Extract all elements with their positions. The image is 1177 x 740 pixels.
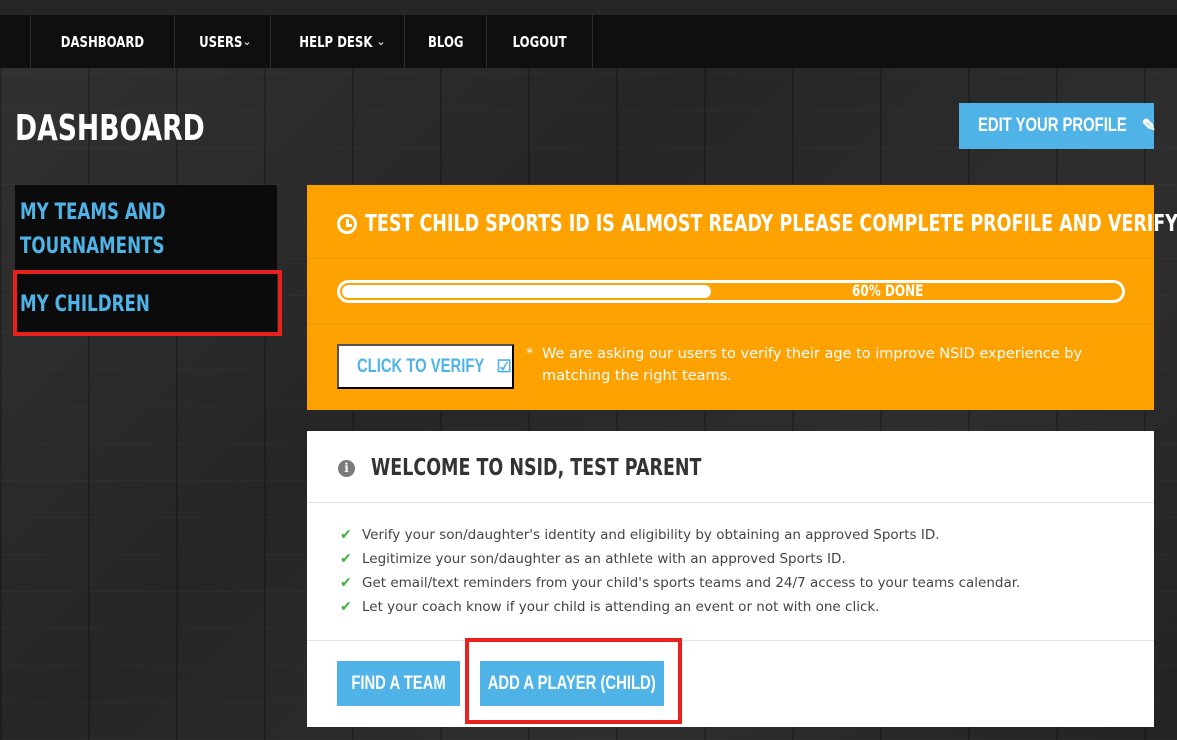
divider <box>307 323 1154 324</box>
edit-profile-button[interactable]: EDIT YOUR PROFILE ✎ <box>959 103 1156 149</box>
list-item: ✔ Verify your son/daughter's identity and… <box>340 523 1020 547</box>
divider <box>307 258 1154 259</box>
check-icon: ✔ <box>340 599 352 615</box>
nav-logout[interactable]: LOGOUT <box>486 15 594 68</box>
check-icon: ✔ <box>340 575 352 591</box>
nav-dashboard[interactable]: DASHBOARD <box>30 15 174 68</box>
progress-label: 60% DONE <box>852 281 947 300</box>
chevron-down-icon: ⌄ <box>242 35 252 48</box>
nav-users[interactable]: USERS ⌄ <box>173 15 270 68</box>
find-a-team-button[interactable]: FIND A TEAM <box>337 661 460 706</box>
nav-logout-label: LOGOUT <box>512 32 567 51</box>
sidebar-item-my-teams-and-tournaments[interactable]: MY TEAMS AND TOURNAMENTS <box>20 196 212 264</box>
verify-button-label: CLICK TO VERIFY <box>357 355 485 377</box>
nav-users-label: USERS <box>198 32 243 51</box>
find-team-label: FIND A TEAM <box>351 672 446 694</box>
info-icon: i <box>338 459 355 477</box>
divider <box>307 640 1154 641</box>
nav-blog-label: BLOG <box>427 32 464 51</box>
feature-text: Verify your son/daughter's identity and … <box>362 527 940 543</box>
page-title-text: DASHBOARD <box>15 108 205 149</box>
progress-bar-fill <box>342 285 711 298</box>
list-item: ✔ Get email/text reminders from your chil… <box>340 571 1020 595</box>
chevron-down-icon: ⌄ <box>376 35 386 48</box>
feature-text: Let your coach know if your child is att… <box>362 599 880 615</box>
edit-profile-label: EDIT YOUR PROFILE <box>977 115 1127 136</box>
check-icon: ✔ <box>340 551 352 567</box>
list-item: ✔ Let your coach know if your child is at… <box>340 595 1020 619</box>
highlight-box-my-children <box>13 270 282 336</box>
welcome-panel: i WELCOME TO NSID, TEST PARENT ✔ Verify y… <box>307 431 1154 727</box>
welcome-title: WELCOME TO NSID, TEST PARENT <box>371 455 806 481</box>
sidebar-item-label-line2: TOURNAMENTS <box>20 234 165 259</box>
progress-bar: 60% DONE <box>337 280 1125 303</box>
highlight-box-add-player <box>465 638 682 724</box>
alert-title: TEST CHILD SPORTS ID IS ALMOST READY PLE… <box>337 207 1177 241</box>
check-icon: ✔ <box>340 527 352 543</box>
profile-alert-panel: TEST CHILD SPORTS ID IS ALMOST READY PLE… <box>307 185 1177 410</box>
clock-icon <box>337 214 357 234</box>
note-asterisk: * <box>526 346 534 362</box>
click-to-verify-button[interactable]: CLICK TO VERIFY ☑ <box>337 344 514 389</box>
top-strip <box>0 0 1177 15</box>
welcome-title-text: WELCOME TO NSID, TEST PARENT <box>371 455 702 481</box>
feature-text: Legitimize your son/daughter as an athle… <box>362 551 846 567</box>
main-navbar: DASHBOARD USERS ⌄ HELP DESK ⌄ BLOG LOGOU… <box>0 15 1177 68</box>
verify-note: * We are asking our users to verify thei… <box>526 343 1126 387</box>
note-text: We are asking our users to verify their … <box>542 346 1083 384</box>
check-square-icon: ☑ <box>496 356 512 376</box>
feature-text: Get email/text reminders from your child… <box>362 575 1021 591</box>
edit-icon: ✎ <box>1141 116 1156 135</box>
progress-label-text: 60% DONE <box>852 281 924 300</box>
feature-list: ✔ Verify your son/daughter's identity and… <box>340 523 1020 619</box>
nav-help-desk[interactable]: HELP DESK ⌄ <box>269 15 404 68</box>
sidebar-item-label-line1: MY TEAMS AND <box>20 200 166 225</box>
divider <box>307 502 1154 503</box>
welcome-header: i WELCOME TO NSID, TEST PARENT <box>338 453 806 483</box>
nav-dashboard-label: DASHBOARD <box>60 32 145 51</box>
page-title: DASHBOARD <box>15 108 271 149</box>
list-item: ✔ Legitimize your son/daughter as an athl… <box>340 547 1020 571</box>
alert-title-text: TEST CHILD SPORTS ID IS ALMOST READY PLE… <box>365 211 1177 237</box>
nav-blog[interactable]: BLOG <box>403 15 487 68</box>
nav-help-desk-label: HELP DESK <box>298 32 373 51</box>
